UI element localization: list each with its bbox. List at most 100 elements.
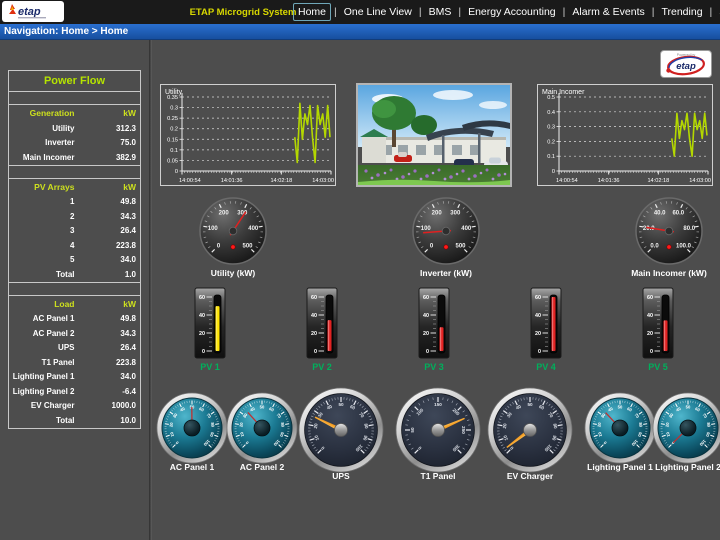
row-value: 312.3 (75, 124, 141, 133)
row-label: Lighting Panel 2 (9, 387, 75, 396)
table-row: 149.8 (9, 195, 140, 210)
row-label: AC Panel 2 (9, 329, 75, 338)
gauge-led-indicator (231, 245, 235, 249)
svg-text:0.2: 0.2 (547, 139, 555, 145)
menu-item-simulation[interactable]: Simulation (715, 4, 720, 20)
section-header-label: Load (9, 299, 75, 309)
bar-gauge-pv-1: 0204060PV 1 (180, 287, 240, 372)
table-row: Utility312.3 (9, 121, 140, 136)
svg-text:0.35: 0.35 (167, 95, 178, 101)
section-unit: kW (75, 108, 141, 118)
table-row: 4223.8 (9, 238, 140, 253)
table-spacer (9, 166, 140, 179)
svg-text:400: 400 (461, 226, 472, 232)
row-value: 49.8 (75, 314, 141, 323)
svg-text:20: 20 (423, 331, 429, 337)
svg-text:100: 100 (208, 226, 219, 232)
table-row: AC Panel 234.3 (9, 326, 140, 341)
breadcrumb: Navigation: Home > Home (4, 26, 128, 37)
svg-text:40.0: 40.0 (654, 211, 666, 217)
menu-item-alarm-events[interactable]: Alarm & Events (568, 4, 648, 20)
gauge-title: Lighting Panel 2 (655, 462, 720, 472)
menu-item-bms[interactable]: BMS (425, 4, 456, 20)
bar-gauge-title: PV 5 (648, 362, 668, 372)
table-row: 326.4 (9, 224, 140, 239)
svg-text:0.2: 0.2 (170, 127, 178, 133)
menu-item-home[interactable]: Home (293, 3, 331, 21)
svg-text:etap: etap (676, 61, 696, 72)
svg-text:50: 50 (338, 402, 344, 407)
row-value: 1000.0 (75, 401, 141, 410)
table-row: Lighting Panel 2-6.4 (9, 384, 140, 399)
svg-text:0: 0 (426, 349, 429, 355)
menu-item-energy-accounting[interactable]: Energy Accounting (464, 4, 560, 20)
table-spacer (9, 92, 140, 105)
svg-text:0.1: 0.1 (547, 154, 555, 160)
menu-item-trending[interactable]: Trending (657, 4, 706, 20)
row-value: 49.8 (75, 197, 141, 206)
section-load: LoadkWAC Panel 149.8AC Panel 234.3UPS26.… (9, 296, 140, 428)
svg-text:0.05: 0.05 (167, 158, 178, 164)
app-window: etap ETAP Microgrid System Home|One Line… (0, 0, 720, 540)
table-row: UPS26.4 (9, 341, 140, 356)
section-header-label: PV Arrays (9, 182, 75, 192)
content-area: Power FlowGenerationkWUtility312.3Invert… (0, 40, 720, 540)
svg-text:0.15: 0.15 (167, 137, 178, 143)
section-unit: kW (75, 299, 141, 309)
table-row: AC Panel 149.8 (9, 312, 140, 327)
row-value: -6.4 (75, 387, 141, 396)
gauge-title: T1 Panel (421, 471, 456, 481)
svg-text:40: 40 (647, 313, 653, 319)
svg-text:40: 40 (199, 313, 205, 319)
svg-text:40: 40 (423, 313, 429, 319)
svg-text:80.0: 80.0 (683, 226, 695, 232)
svg-text:60: 60 (647, 295, 653, 301)
svg-text:etap: etap (18, 6, 41, 18)
table-spacer (9, 283, 140, 296)
svg-text:0: 0 (650, 349, 653, 355)
svg-text:0.4: 0.4 (547, 110, 555, 116)
row-value: 26.4 (75, 226, 141, 235)
gauge-title: Utility (kW) (211, 268, 255, 278)
gauge-lighting-panel-2: 0102030405060708090100Lighting Panel 2 (633, 391, 720, 472)
row-label: Total (9, 416, 75, 425)
bar-gauge-pv-5: 0 20 40 60 PV 5 (628, 287, 688, 372)
menu-separator: | (710, 6, 713, 18)
row-value: 34.0 (75, 372, 141, 381)
row-value: 223.8 (75, 241, 141, 250)
table-row: T1 Panel223.8 (9, 355, 140, 370)
row-value: 34.3 (75, 329, 141, 338)
section-unit: kW (75, 182, 141, 192)
svg-text:0.5: 0.5 (547, 95, 555, 101)
gauge-title: UPS (332, 471, 349, 481)
row-value: 223.8 (75, 358, 141, 367)
section-header: PV ArrayskW (9, 179, 140, 195)
table-row: 234.3 (9, 209, 140, 224)
main-incomer-trend-chart: Main Incomer00.10.20.30.40.514:00:5414:0… (537, 84, 713, 186)
menu-separator: | (563, 6, 566, 18)
svg-text:0: 0 (202, 349, 205, 355)
svg-text:14:02:18: 14:02:18 (647, 178, 669, 184)
svg-text:0.1: 0.1 (170, 148, 178, 154)
svg-text:250: 250 (461, 426, 466, 434)
svg-text:14:01:36: 14:01:36 (598, 178, 620, 184)
bar-gauge-title: PV 2 (312, 362, 332, 372)
bar-gauge-pv-4: 0204060PV 4 (516, 287, 576, 372)
row-label: AC Panel 1 (9, 314, 75, 323)
menu-separator: | (652, 6, 655, 18)
row-label: Lighting Panel 1 (9, 372, 75, 381)
bar-gauge-title: PV 4 (536, 362, 556, 372)
main-menu: Home|One Line View|BMS|Energy Accounting… (293, 0, 720, 24)
row-label: Total (9, 270, 75, 279)
bar-gauge-pv-2: 0204060PV 2 (292, 287, 352, 372)
table-row: Lighting Panel 134.0 (9, 370, 140, 385)
gauge-ups: 0102030405060708090100UPS (286, 386, 396, 481)
menu-separator: | (458, 6, 461, 18)
svg-text:0.25: 0.25 (167, 116, 178, 122)
bar-gauge-pv-3: 0204060PV 3 (404, 287, 464, 372)
svg-text:500: 500 (242, 243, 253, 249)
svg-text:100.0: 100.0 (676, 243, 692, 249)
table-row: EV Charger1000.0 (9, 399, 140, 414)
menu-item-one-line-view[interactable]: One Line View (340, 4, 416, 20)
svg-text:20: 20 (647, 331, 653, 337)
